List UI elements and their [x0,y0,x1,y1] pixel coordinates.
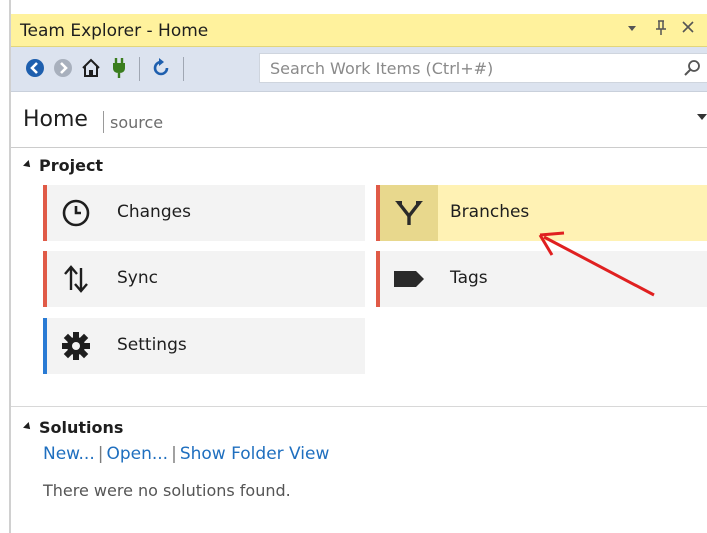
pin-icon[interactable] [655,20,667,40]
link-separator: | [97,444,104,464]
page-title[interactable]: Home [23,107,88,132]
clock-icon [47,185,105,241]
branch-icon [380,185,438,241]
link-separator: | [171,444,177,464]
search-placeholder: Search Work Items (Ctrl+#) [270,59,494,78]
back-icon[interactable] [23,56,47,80]
new-solution-link[interactable]: New... [43,444,95,464]
gear-icon [47,318,105,374]
sync-arrows-icon [47,251,105,307]
toolbar-separator [139,57,140,81]
close-icon[interactable] [681,20,695,38]
window-title: Team Explorer - Home [20,21,209,41]
dropdown-icon[interactable] [626,20,638,38]
search-input[interactable]: Search Work Items (Ctrl+#) [259,53,707,83]
show-folder-view-link[interactable]: Show Folder View [180,444,330,464]
solutions-section-title: Solutions [39,418,124,437]
search-icon[interactable] [683,59,701,81]
collapse-caret-icon[interactable] [23,159,33,170]
home-icon[interactable] [79,56,103,80]
title-separator [103,111,104,133]
tile-changes[interactable]: Changes [43,185,365,241]
project-section-header[interactable]: Project [23,156,104,175]
tile-settings-label: Settings [117,335,187,355]
annotation-arrow-icon [538,231,655,297]
solutions-empty-message: There were no solutions found. [43,481,291,500]
toolbar: Search Work Items (Ctrl+#) [11,47,707,92]
solutions-links: New... | Open... | Show Folder View [43,444,329,464]
solutions-section-header[interactable]: Solutions [23,418,124,437]
tile-sync-label: Sync [117,268,158,288]
collapse-caret-icon[interactable] [23,421,33,432]
forward-icon[interactable] [51,56,75,80]
page-header: Home source [11,92,707,148]
title-bar: Team Explorer - Home [11,14,707,47]
chevron-down-icon[interactable] [697,114,707,120]
toolbar-separator [183,57,184,81]
open-solution-link[interactable]: Open... [106,444,168,464]
tile-changes-label: Changes [117,202,191,222]
tile-settings[interactable]: Settings [43,318,365,374]
tile-branches-label: Branches [450,202,530,222]
tile-sync[interactable]: Sync [43,251,365,307]
refresh-icon[interactable] [149,56,173,80]
tile-tags-label: Tags [450,268,488,288]
section-divider [11,406,707,407]
project-section-title: Project [39,156,104,175]
page-subtitle: source [110,113,164,132]
tag-icon [380,251,438,307]
connect-icon[interactable] [107,56,131,80]
